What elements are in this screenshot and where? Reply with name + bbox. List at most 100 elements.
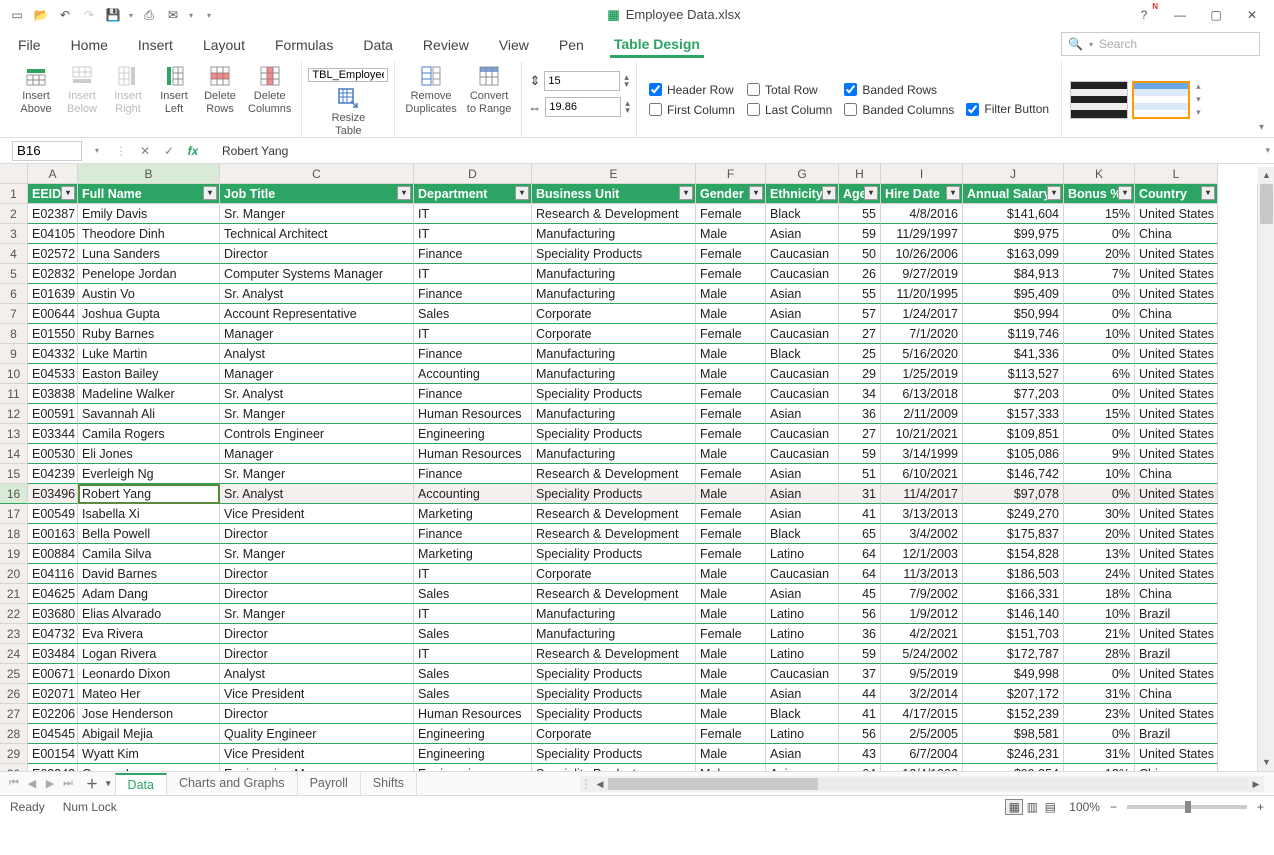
insert-above-button[interactable]: Insert Above — [14, 62, 58, 117]
table-header-ethnicity[interactable]: Ethnicity▾ — [766, 184, 839, 204]
cell[interactable]: $151,703 — [963, 624, 1064, 644]
cell[interactable]: 27 — [839, 324, 881, 344]
open-folder-icon[interactable]: 📂 — [30, 4, 52, 26]
row-height-input[interactable] — [544, 71, 620, 91]
cell[interactable]: Research & Development — [532, 524, 696, 544]
col-header-C[interactable]: C — [220, 164, 414, 184]
cell[interactable]: Male — [696, 764, 766, 772]
filter-dropdown-icon[interactable]: ▾ — [515, 186, 529, 200]
cell[interactable]: Male — [696, 704, 766, 724]
col-header-J[interactable]: J — [963, 164, 1064, 184]
table-name-input[interactable] — [308, 68, 388, 82]
cell[interactable]: Speciality Products — [532, 704, 696, 724]
filter-dropdown-icon[interactable]: ▾ — [822, 186, 836, 200]
cell[interactable]: Bella Powell — [78, 524, 220, 544]
row-header[interactable]: 13 — [0, 424, 28, 444]
cell[interactable]: E00530 — [28, 444, 78, 464]
cell[interactable]: 12/1/2003 — [881, 544, 963, 564]
cell[interactable]: Latino — [766, 544, 839, 564]
cell[interactable]: E03838 — [28, 384, 78, 404]
table-header-age[interactable]: Age▾ — [839, 184, 881, 204]
cell[interactable]: United States — [1135, 244, 1218, 264]
row-header[interactable]: 25 — [0, 664, 28, 684]
cell[interactable]: 41 — [839, 504, 881, 524]
cell[interactable]: 12% — [1064, 764, 1135, 772]
cell[interactable]: $249,270 — [963, 504, 1064, 524]
cell[interactable]: Director — [220, 244, 414, 264]
cell[interactable]: United States — [1135, 524, 1218, 544]
cell[interactable]: $119,746 — [963, 324, 1064, 344]
cell[interactable]: 2/5/2005 — [881, 724, 963, 744]
cell[interactable]: Speciality Products — [532, 384, 696, 404]
cell[interactable]: Male — [696, 484, 766, 504]
cell[interactable]: United States — [1135, 404, 1218, 424]
cell[interactable]: IT — [414, 204, 532, 224]
cell[interactable]: 55 — [839, 204, 881, 224]
cell[interactable]: Accounting — [414, 484, 532, 504]
menu-tab-view[interactable]: View — [495, 33, 533, 57]
total-row-checkbox[interactable]: Total Row — [747, 83, 832, 97]
cell[interactable]: Ruby Barnes — [78, 324, 220, 344]
table-style-dark[interactable] — [1070, 81, 1128, 119]
row-header[interactable]: 27 — [0, 704, 28, 724]
filter-dropdown-icon[interactable]: ▾ — [1047, 186, 1061, 200]
cell[interactable]: Adam Dang — [78, 584, 220, 604]
cell[interactable]: Camila Silva — [78, 544, 220, 564]
cell[interactable]: Sr. Analyst — [220, 384, 414, 404]
cell[interactable]: 34 — [839, 384, 881, 404]
row-header[interactable]: 5 — [0, 264, 28, 284]
print-icon[interactable]: ⎙ — [138, 4, 160, 26]
cell[interactable]: E04116 — [28, 564, 78, 584]
sheet-menu-icon[interactable]: ▾ — [106, 778, 111, 789]
cell[interactable]: $50,994 — [963, 304, 1064, 324]
cell[interactable]: Speciality Products — [532, 764, 696, 772]
insert-left-button[interactable]: Insert Left — [152, 62, 196, 117]
cell[interactable]: 36 — [839, 404, 881, 424]
table-header-country[interactable]: Country▾ — [1135, 184, 1218, 204]
cell[interactable]: 59 — [839, 644, 881, 664]
cell[interactable]: 56 — [839, 604, 881, 624]
cell[interactable]: 36 — [839, 624, 881, 644]
delete-rows-button[interactable]: Delete Rows — [198, 62, 242, 117]
cell[interactable]: 31 — [839, 484, 881, 504]
cell[interactable]: Finance — [414, 384, 532, 404]
cell[interactable]: Elias Alvarado — [78, 604, 220, 624]
cell[interactable]: Speciality Products — [532, 484, 696, 504]
row-header[interactable]: 2 — [0, 204, 28, 224]
cell[interactable]: Manager — [220, 364, 414, 384]
cell[interactable]: 11/20/1995 — [881, 284, 963, 304]
remove-duplicates-button[interactable]: Remove Duplicates — [401, 62, 460, 117]
cell[interactable]: Male — [696, 284, 766, 304]
cell[interactable]: United States — [1135, 444, 1218, 464]
cell[interactable]: IT — [414, 224, 532, 244]
hscroll-thumb[interactable] — [608, 778, 818, 790]
banded-columns-checkbox[interactable]: Banded Columns — [844, 103, 954, 117]
cell[interactable]: Finance — [414, 344, 532, 364]
cell[interactable]: Everleigh Ng — [78, 464, 220, 484]
cell[interactable]: David Barnes — [78, 564, 220, 584]
cell[interactable]: 1/9/2012 — [881, 604, 963, 624]
cell[interactable]: Black — [766, 204, 839, 224]
spreadsheet-grid[interactable]: ABCDEFGHIJKL1EEID▾Full Name▾Job Title▾De… — [0, 164, 1274, 772]
cell[interactable]: $97,078 — [963, 484, 1064, 504]
convert-to-range-button[interactable]: Convert to Range — [463, 62, 516, 117]
cell[interactable]: Male — [696, 604, 766, 624]
cell[interactable]: Male — [696, 564, 766, 584]
cell[interactable]: Manager — [220, 444, 414, 464]
cell[interactable]: Manufacturing — [532, 444, 696, 464]
cell[interactable]: Corporate — [532, 324, 696, 344]
cell[interactable]: Female — [696, 424, 766, 444]
row-header[interactable]: 12 — [0, 404, 28, 424]
add-sheet-button[interactable]: ＋ — [86, 775, 98, 792]
cell[interactable]: Vice President — [220, 684, 414, 704]
cell[interactable]: $95,409 — [963, 284, 1064, 304]
cell[interactable]: United States — [1135, 504, 1218, 524]
cell[interactable]: Engineering — [414, 724, 532, 744]
col-header-I[interactable]: I — [881, 164, 963, 184]
cell[interactable]: 3/14/1999 — [881, 444, 963, 464]
filter-dropdown-icon[interactable]: ▾ — [946, 186, 960, 200]
menu-tab-table-design[interactable]: Table Design — [610, 32, 704, 58]
notification-icon[interactable]: ?N — [1128, 2, 1160, 28]
cell[interactable]: Speciality Products — [532, 244, 696, 264]
cell[interactable]: Caucasian — [766, 384, 839, 404]
